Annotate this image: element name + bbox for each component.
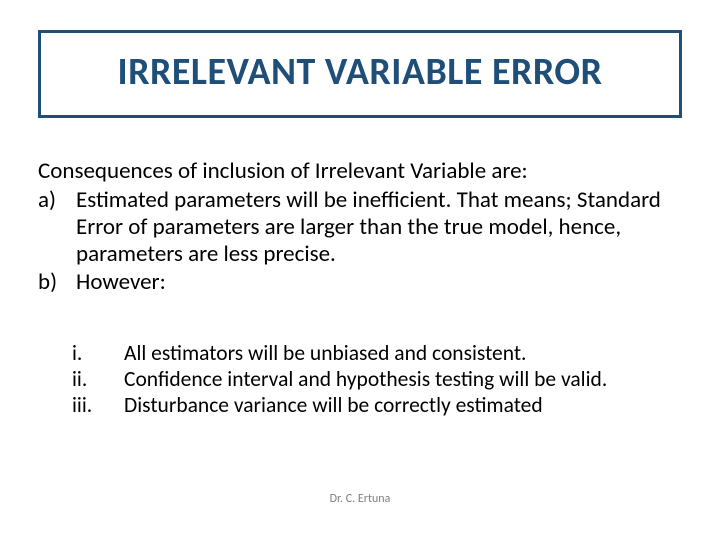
sub-text-i: All estimators will be unbiased and cons…: [124, 340, 682, 366]
list-item: ii. Confidence interval and hypothesis t…: [72, 366, 682, 392]
sub-text-iii: Disturbance variance will be correctly e…: [124, 392, 682, 418]
sub-marker-ii: ii.: [72, 366, 124, 392]
list-marker-b: b): [38, 269, 76, 296]
main-list: a) Estimated parameters will be ineffici…: [38, 187, 682, 296]
slide-title: IRRELEVANT VARIABLE ERROR: [51, 53, 669, 93]
title-box: IRRELEVANT VARIABLE ERROR: [38, 30, 682, 118]
list-text-a: Estimated parameters will be inefficient…: [76, 187, 682, 268]
intro-line: Consequences of inclusion of Irrelevant …: [38, 158, 682, 185]
list-text-b: However:: [76, 269, 682, 296]
list-item: a) Estimated parameters will be ineffici…: [38, 187, 682, 268]
body-text: Consequences of inclusion of Irrelevant …: [38, 158, 682, 296]
sub-list: i. All estimators will be unbiased and c…: [72, 340, 682, 419]
sub-list-area: i. All estimators will be unbiased and c…: [72, 340, 682, 419]
sub-text-ii: Confidence interval and hypothesis testi…: [124, 366, 682, 392]
footer-author: Dr. C. Ertuna: [0, 492, 720, 506]
sub-marker-i: i.: [72, 340, 124, 366]
list-item: iii. Disturbance variance will be correc…: [72, 392, 682, 418]
list-marker-a: a): [38, 187, 76, 268]
list-item: b) However:: [38, 269, 682, 296]
slide: IRRELEVANT VARIABLE ERROR Consequences o…: [0, 0, 720, 540]
list-item: i. All estimators will be unbiased and c…: [72, 340, 682, 366]
sub-marker-iii: iii.: [72, 392, 124, 418]
